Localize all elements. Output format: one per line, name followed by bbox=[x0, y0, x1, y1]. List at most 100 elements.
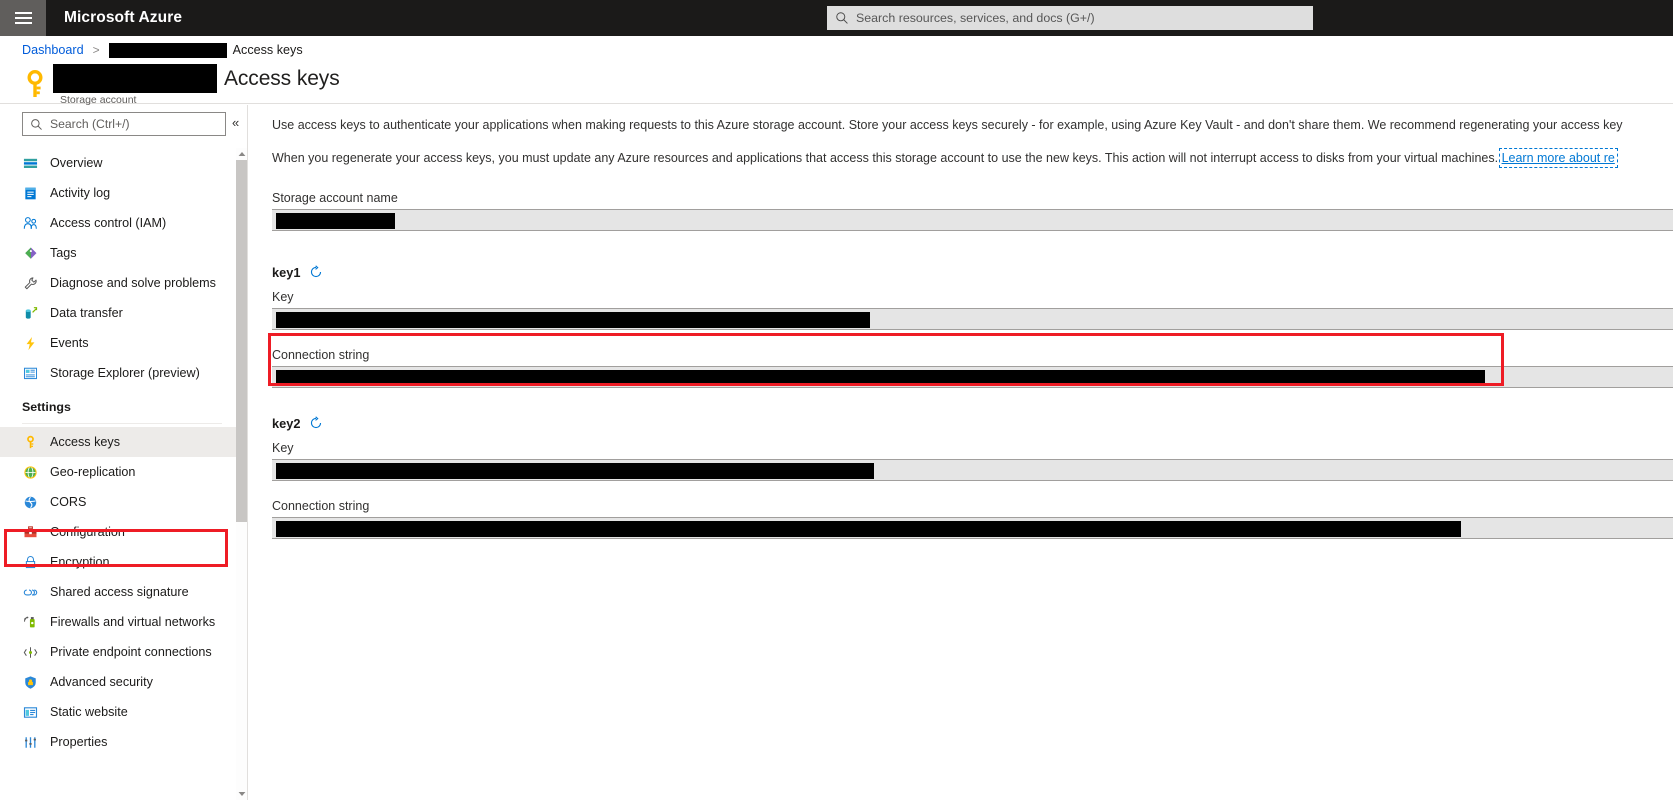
key1-key-field[interactable] bbox=[272, 307, 1673, 330]
key-icon bbox=[22, 434, 38, 450]
key2-key-redacted bbox=[276, 462, 874, 479]
sidebar-item-encryption[interactable]: Encryption bbox=[0, 547, 236, 577]
search-icon bbox=[31, 118, 42, 130]
sidebar-item-label: Properties bbox=[50, 735, 108, 749]
page-title-row: Storage account Access keys bbox=[0, 64, 1673, 106]
sidebar-item-advanced-security[interactable]: Advanced security bbox=[0, 667, 236, 697]
wrench-icon bbox=[22, 275, 38, 291]
key2-connection-string-field[interactable] bbox=[272, 516, 1673, 539]
static-website-icon bbox=[22, 704, 38, 720]
activity-log-icon bbox=[22, 185, 38, 201]
sidebar-item-data-transfer[interactable]: Data transfer bbox=[0, 298, 236, 328]
sidebar-search-row: « bbox=[0, 105, 247, 143]
sidebar-item-private-endpoint[interactable]: Private endpoint connections bbox=[0, 637, 236, 667]
search-icon bbox=[836, 12, 848, 24]
sidebar-search-box[interactable] bbox=[22, 112, 226, 136]
scroll-down-arrow-icon[interactable] bbox=[236, 788, 247, 800]
sidebar-item-cors[interactable]: CORS bbox=[0, 487, 236, 517]
breadcrumb-current: Access keys bbox=[232, 43, 303, 57]
sidebar-item-label: Overview bbox=[50, 156, 103, 170]
key2-connection-string-redacted bbox=[276, 520, 1461, 537]
intro-paragraph-1: Use access keys to authenticate your app… bbox=[272, 118, 1623, 132]
sidebar-item-static-website[interactable]: Static website bbox=[0, 697, 236, 727]
left-navigation-panel: « Overview bbox=[0, 105, 248, 800]
chevron-double-left-icon[interactable]: « bbox=[232, 116, 239, 129]
sidebar-search-input[interactable] bbox=[50, 117, 218, 131]
breadcrumb: Dashboard > Access keys bbox=[0, 36, 1673, 64]
key2-heading-row: key2 bbox=[272, 416, 1673, 431]
sidebar-item-overview[interactable]: Overview bbox=[0, 148, 236, 178]
data-transfer-icon bbox=[22, 305, 38, 321]
sidebar-item-activity-log[interactable]: Activity log bbox=[0, 178, 236, 208]
breadcrumb-resource-redacted[interactable] bbox=[108, 42, 227, 58]
hamburger-menu-icon[interactable] bbox=[0, 0, 46, 36]
resource-name-block: Storage account bbox=[53, 64, 217, 106]
learn-more-link[interactable]: Learn more about re bbox=[1498, 147, 1618, 168]
key2-connection-string-label: Connection string bbox=[272, 498, 370, 513]
firewall-icon bbox=[22, 614, 38, 630]
key1-key-label: Key bbox=[272, 289, 294, 304]
breadcrumb-dashboard-link[interactable]: Dashboard bbox=[22, 43, 84, 57]
access-control-icon bbox=[22, 215, 38, 231]
intro-paragraph-2-text: When you regenerate your access keys, yo… bbox=[272, 150, 1502, 165]
properties-icon bbox=[22, 734, 38, 750]
storage-account-name-label: Storage account name bbox=[272, 190, 398, 205]
key-icon bbox=[27, 69, 43, 97]
global-search-input[interactable] bbox=[856, 11, 1305, 25]
lock-icon bbox=[22, 554, 38, 570]
page-title: Access keys bbox=[224, 67, 340, 90]
sidebar-item-events[interactable]: Events bbox=[0, 328, 236, 358]
shield-icon bbox=[22, 674, 38, 690]
sidebar-item-tags[interactable]: Tags bbox=[0, 238, 236, 268]
storage-account-name-redacted bbox=[276, 212, 395, 229]
azure-top-header: Microsoft Azure bbox=[0, 0, 1673, 36]
cors-icon bbox=[22, 494, 38, 510]
sidebar-item-label: CORS bbox=[50, 495, 87, 509]
sidebar-item-label: Tags bbox=[50, 246, 77, 260]
sidebar-item-label: Access control (IAM) bbox=[50, 216, 167, 230]
storage-account-name-field[interactable] bbox=[272, 208, 1673, 231]
key1-heading-row: key1 bbox=[272, 265, 1673, 280]
sidebar-item-storage-explorer[interactable]: Storage Explorer (preview) bbox=[0, 358, 236, 388]
breadcrumb-separator-icon: > bbox=[92, 43, 100, 57]
toolbox-icon bbox=[22, 524, 38, 540]
overview-icon bbox=[22, 155, 38, 171]
sidebar-item-diagnose[interactable]: Diagnose and solve problems bbox=[0, 268, 236, 298]
azure-brand-title[interactable]: Microsoft Azure bbox=[64, 9, 182, 27]
sidebar-item-shared-access-signature[interactable]: Shared access signature bbox=[0, 577, 236, 607]
sidebar-item-properties[interactable]: Properties bbox=[0, 727, 236, 757]
sidebar-item-label: Firewalls and virtual networks bbox=[50, 615, 216, 629]
key1-connection-string-field[interactable] bbox=[272, 365, 1673, 388]
key1-key-redacted bbox=[276, 311, 870, 328]
key1-connection-string-redacted bbox=[276, 369, 1485, 386]
sidebar-item-label: Advanced security bbox=[50, 675, 153, 689]
sidebar-item-firewalls[interactable]: Firewalls and virtual networks bbox=[0, 607, 236, 637]
key1-connection-string-label: Connection string bbox=[272, 347, 370, 362]
link-icon bbox=[22, 584, 38, 600]
scroll-up-arrow-icon[interactable] bbox=[236, 148, 247, 160]
sidebar-item-label: Storage Explorer (preview) bbox=[50, 366, 200, 380]
sidebar-section-settings: Settings bbox=[22, 400, 71, 414]
sidebar-item-label: Private endpoint connections bbox=[50, 645, 212, 659]
sidebar-divider bbox=[22, 423, 222, 424]
storage-explorer-icon bbox=[22, 365, 38, 381]
sidebar-item-configuration[interactable]: Configuration bbox=[0, 517, 236, 547]
main-content-area: Use access keys to authenticate your app… bbox=[249, 105, 1673, 800]
sidebar-item-access-keys[interactable]: Access keys bbox=[0, 427, 236, 457]
sidebar-item-geo-replication[interactable]: Geo-replication bbox=[0, 457, 236, 487]
key2-label: key2 bbox=[272, 415, 301, 431]
regenerate-icon[interactable] bbox=[308, 416, 323, 431]
globe-icon bbox=[22, 464, 38, 480]
regenerate-icon[interactable] bbox=[308, 265, 323, 280]
sidebar-item-access-control[interactable]: Access control (IAM) bbox=[0, 208, 236, 238]
key2-key-field[interactable] bbox=[272, 458, 1673, 481]
sidebar-scrollbar-thumb[interactable] bbox=[236, 160, 247, 522]
sidebar-item-label: Configuration bbox=[50, 525, 125, 539]
sidebar-item-label: Shared access signature bbox=[50, 585, 189, 599]
global-search-box[interactable] bbox=[827, 6, 1313, 30]
sidebar-item-label: Activity log bbox=[50, 186, 111, 200]
key1-label: key1 bbox=[272, 264, 301, 280]
sidebar-item-label: Encryption bbox=[50, 555, 110, 569]
sidebar-item-label: Static website bbox=[50, 705, 128, 719]
key2-key-label: Key bbox=[272, 440, 294, 455]
